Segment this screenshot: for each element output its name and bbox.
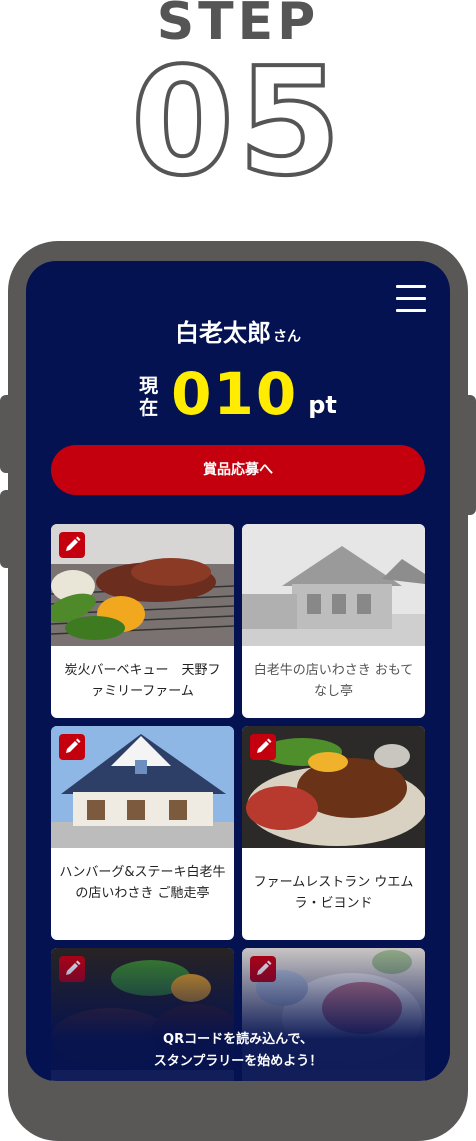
pencil-icon xyxy=(59,734,85,760)
phone-volume-button xyxy=(0,395,14,473)
store-image-omotenashi xyxy=(242,524,425,646)
points-value: 010 xyxy=(171,360,299,428)
step-number: 05 xyxy=(129,36,345,208)
prize-apply-button[interactable]: 賞品応募へ xyxy=(51,445,425,495)
store-card[interactable]: 白老牛の店いわさき おもてなし亭 xyxy=(242,524,425,718)
phone-power-button xyxy=(462,395,476,515)
store-card[interactable]: 炭火バーベキュー 天野ファミリーファーム xyxy=(51,524,234,718)
user-name: 白老太郎 xyxy=(175,319,271,347)
store-card[interactable]: ファームレストラン ウエムラ・ビヨンド xyxy=(242,726,425,940)
store-title: 炭火バーベキュー 天野ファミリーファーム xyxy=(64,663,221,699)
hamburger-menu-icon[interactable] xyxy=(396,285,426,312)
store-title: 白老牛の店いわさき おもてなし亭 xyxy=(253,663,414,699)
qr-instruction: QRコードを読み込んで、 スタンプラリーを始めよう！ xyxy=(26,1029,450,1073)
phone-volume-button xyxy=(0,490,14,568)
store-title: ファームレストラン ウエムラ・ビヨンド xyxy=(253,875,414,911)
points-display: 現在 010 pt xyxy=(26,365,450,423)
store-card[interactable]: ハンバーグ&ステーキ白老牛の店いわさき ご馳走亭 xyxy=(51,726,234,940)
pencil-icon xyxy=(59,532,85,558)
store-title: ハンバーグ&ステーキ白老牛の店いわさき ご馳走亭 xyxy=(59,865,226,901)
pencil-icon xyxy=(250,734,276,760)
points-unit: pt xyxy=(308,391,337,419)
qr-instruction-line1: QRコードを読み込んで、 xyxy=(163,1032,313,1047)
qr-instruction-line2: スタンプラリーを始めよう！ xyxy=(153,1054,323,1069)
user-greeting: 白老太郎 さん xyxy=(26,313,450,348)
points-current-label: 現在 xyxy=(139,375,159,419)
user-suffix: さん xyxy=(273,329,301,345)
app-screen: 白老太郎 さん 現在 010 pt 賞品応募へ 炭火バーベキュー 天野ファミリー… xyxy=(26,261,450,1081)
